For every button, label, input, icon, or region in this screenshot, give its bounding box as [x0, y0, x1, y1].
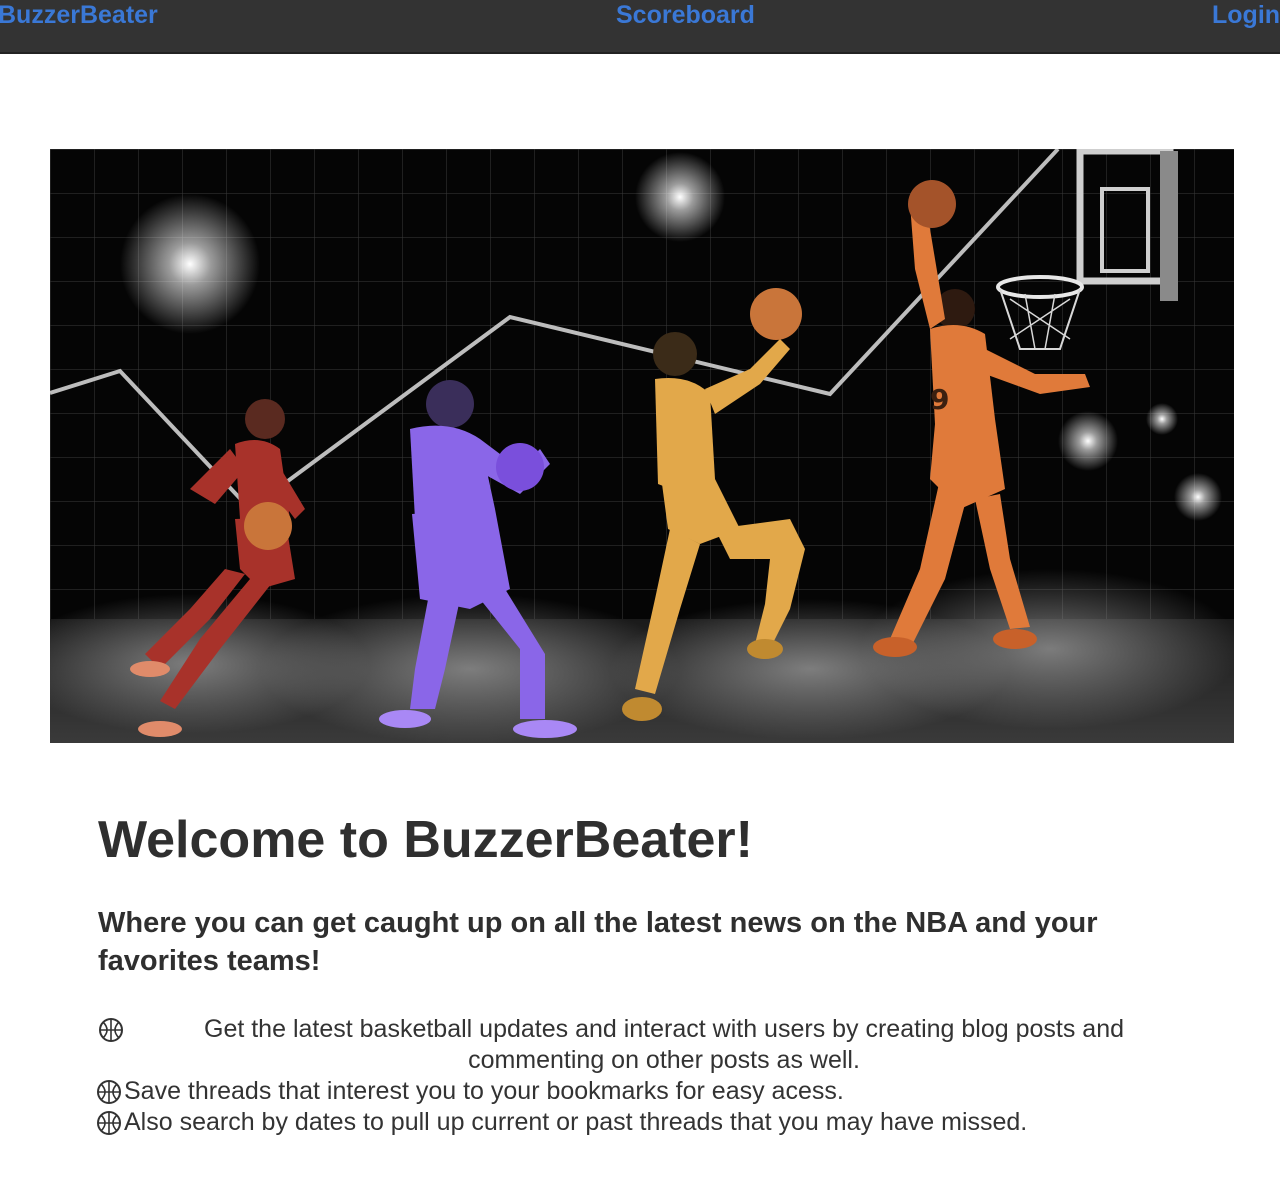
basketball-icon — [908, 180, 956, 228]
light-flare — [1058, 411, 1118, 471]
basketball-players-illustration: 9 — [50, 149, 1234, 743]
basketball-icon — [244, 502, 292, 550]
light-flare — [635, 152, 725, 242]
page-title: Welcome to BuzzerBeater! — [98, 811, 753, 869]
feature-list: Get the latest basketball updates and in… — [94, 1014, 1174, 1138]
hero-banner-image: 9 — [50, 149, 1234, 743]
feature-text: Also search by dates to pull up current … — [124, 1108, 1028, 1136]
brand-link[interactable]: BuzzerBeater — [0, 0, 158, 30]
login-link[interactable]: Login — [1212, 0, 1280, 30]
navbar: BuzzerBeater Scoreboard Login — [0, 0, 1280, 54]
main-content: Welcome to BuzzerBeater! Where you can g… — [98, 808, 1198, 980]
basketball-icon — [96, 1079, 122, 1105]
feature-text: Save threads that interest you to your b… — [124, 1077, 844, 1105]
basketball-icon — [496, 443, 544, 491]
feature-text: Get the latest basketball updates and in… — [204, 1015, 1124, 1074]
list-item: Also search by dates to pull up current … — [94, 1107, 1174, 1138]
jersey-number: 9 — [930, 383, 949, 416]
basketball-icon — [750, 288, 802, 340]
list-item: Get the latest basketball updates and in… — [94, 1014, 1174, 1076]
basketball-icon — [98, 1017, 124, 1043]
list-item: Save threads that interest you to your b… — [94, 1076, 1174, 1107]
page-subtitle: Where you can get caught up on all the l… — [98, 907, 1098, 977]
light-flare — [1174, 473, 1222, 521]
light-flare — [1146, 403, 1178, 435]
scoreboard-link[interactable]: Scoreboard — [616, 0, 755, 30]
basketball-icon — [96, 1110, 122, 1136]
light-flare — [120, 194, 260, 334]
